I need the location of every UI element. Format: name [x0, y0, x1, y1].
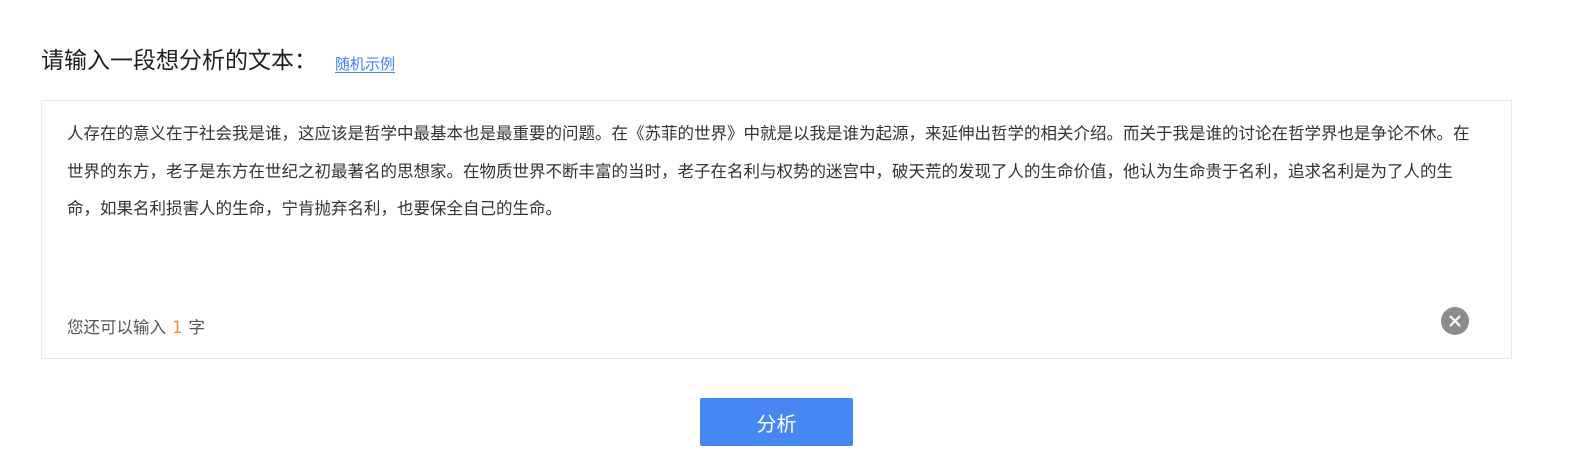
text-input[interactable]: 人存在的意义在于社会我是谁，这应该是哲学中最基本也是最重要的问题。在《苏菲的世界…: [67, 115, 1477, 265]
char-counter-suffix: 字: [188, 318, 206, 337]
analyze-button[interactable]: 分析: [700, 398, 853, 446]
close-icon: [1449, 315, 1461, 327]
page-title: 请输入一段想分析的文本：: [41, 48, 317, 74]
char-counter: 您还可以输入 1 字: [67, 313, 205, 343]
header: 请输入一段想分析的文本： 随机示例: [41, 44, 395, 78]
clear-button[interactable]: [1441, 307, 1469, 335]
char-counter-prefix: 您还可以输入: [67, 318, 166, 337]
char-counter-value: 1: [172, 318, 183, 337]
random-sample-link[interactable]: 随机示例: [335, 54, 395, 74]
text-input-box[interactable]: 人存在的意义在于社会我是谁，这应该是哲学中最基本也是最重要的问题。在《苏菲的世界…: [41, 100, 1512, 359]
